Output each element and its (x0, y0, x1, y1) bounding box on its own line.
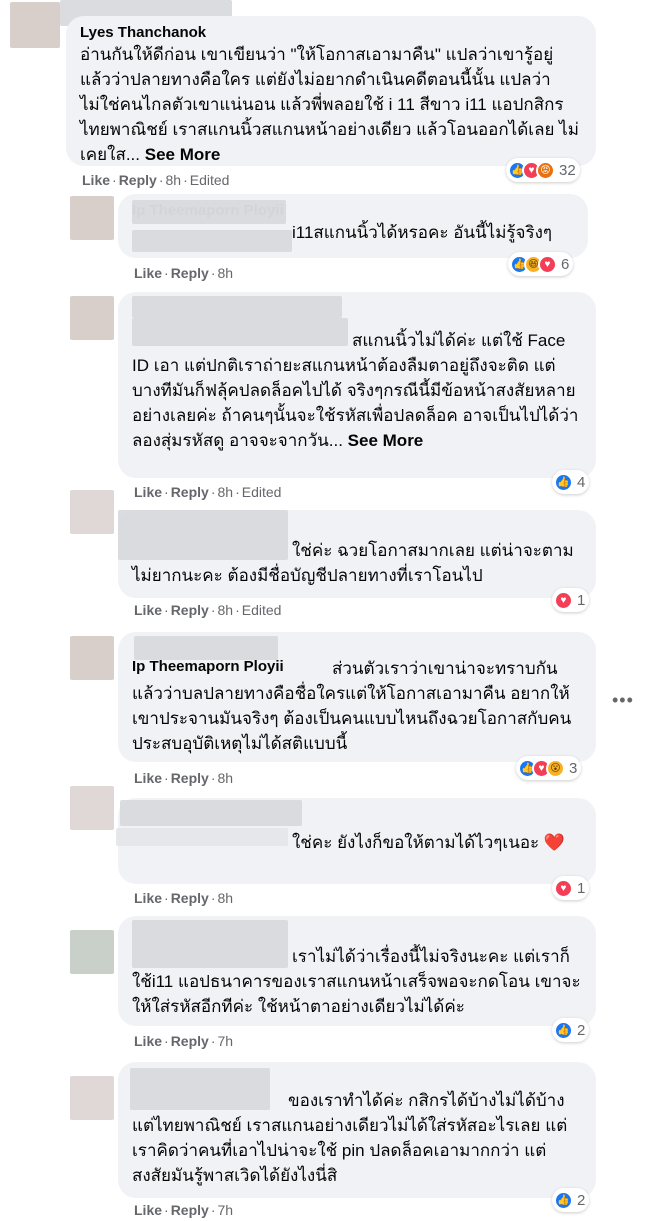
reaction-summary[interactable]: ♥ 1 (552, 876, 590, 900)
reply-link[interactable]: Reply (171, 770, 209, 786)
redacted-name (132, 920, 288, 968)
avatar[interactable] (70, 636, 114, 680)
redacted-name (132, 296, 342, 318)
comment-time[interactable]: 8h (217, 602, 233, 618)
like-link[interactable]: Like (134, 602, 162, 618)
edited-label[interactable]: Edited (190, 172, 230, 188)
reply-link[interactable]: Reply (171, 1202, 209, 1218)
comment-actions: Like · Reply · 8h · Edited (82, 172, 230, 188)
like-reaction-icon: 👍 (554, 1020, 573, 1040)
wow-reaction-icon: 😮 (546, 758, 565, 778)
reply-link[interactable]: Reply (119, 172, 157, 188)
comment-time[interactable]: 8h (165, 172, 181, 188)
comment-actions: Like · Reply · 8h · Edited (134, 484, 282, 500)
reaction-count: 32 (559, 161, 576, 179)
comment-time[interactable]: 8h (217, 265, 233, 281)
comment-actions: Like · Reply · 8h (134, 770, 234, 786)
comment-time[interactable]: 8h (217, 484, 233, 500)
avatar[interactable] (70, 786, 114, 830)
reaction-summary[interactable]: 👍 😆 ♥ 6 (508, 252, 574, 276)
comment-time[interactable]: 7h (217, 1033, 233, 1049)
reply-link[interactable]: Reply (171, 265, 209, 281)
avatar[interactable] (70, 930, 114, 974)
reaction-count: 1 (577, 879, 586, 897)
comment-time[interactable]: 8h (217, 890, 233, 906)
see-more-link[interactable]: See More (145, 145, 221, 164)
reaction-count: 1 (577, 591, 586, 609)
like-link[interactable]: Like (134, 890, 162, 906)
avatar[interactable] (70, 196, 114, 240)
comment-text: ส่วนตัวเราว่าเขาน่าจะทราบกันแล้วว่าบลปลา… (132, 659, 572, 753)
avatar[interactable] (70, 1076, 114, 1120)
avatar[interactable] (10, 2, 60, 48)
like-link[interactable]: Like (134, 1202, 162, 1218)
redacted-name (132, 200, 286, 224)
comment-actions: Like · Reply · 8h (134, 890, 234, 906)
love-reaction-icon: ♥ (554, 590, 573, 610)
reaction-count: 2 (577, 1021, 586, 1039)
reaction-summary[interactable]: 👍 2 (552, 1188, 590, 1212)
avatar[interactable] (70, 296, 114, 340)
reaction-summary[interactable]: 👍 4 (552, 470, 590, 494)
like-reaction-icon: 👍 (554, 1190, 573, 1210)
redacted-name (132, 230, 292, 252)
more-options-icon[interactable]: ••• (612, 690, 634, 711)
comment-actions: Like · Reply · 8h · Edited (134, 602, 282, 618)
like-link[interactable]: Like (134, 484, 162, 500)
reaction-summary[interactable]: 👍 ♥ 😮 3 (516, 756, 582, 780)
comment-time[interactable]: 8h (217, 770, 233, 786)
redacted-name (132, 318, 348, 346)
love-reaction-icon: ♥ (538, 254, 557, 274)
reaction-summary[interactable]: 👍 ♥ 😡 32 (506, 158, 580, 182)
like-link[interactable]: Like (82, 172, 110, 188)
like-reaction-icon: 👍 (554, 472, 573, 492)
comment-time[interactable]: 7h (217, 1202, 233, 1218)
redacted-name (134, 636, 278, 660)
redacted-name (130, 1068, 270, 1110)
see-more-link[interactable]: See More (348, 431, 424, 450)
reaction-count: 3 (569, 759, 578, 777)
avatar[interactable] (70, 490, 114, 534)
redacted-name (118, 510, 288, 560)
like-link[interactable]: Like (134, 770, 162, 786)
reaction-count: 4 (577, 473, 586, 491)
reply-link[interactable]: Reply (171, 602, 209, 618)
comment-actions: Like · Reply · 7h (134, 1033, 234, 1049)
reaction-summary[interactable]: ♥ 1 (552, 588, 590, 612)
reply-link[interactable]: Reply (171, 890, 209, 906)
redacted-name (120, 800, 302, 826)
comment-bubble: Lyes Thanchanok อ่านกันให้ดีก่อน เขาเขีย… (66, 16, 596, 166)
angry-reaction-icon: 😡 (536, 160, 555, 180)
reaction-summary[interactable]: 👍 2 (552, 1018, 590, 1042)
comment-actions: Like · Reply · 8h (134, 265, 234, 281)
like-link[interactable]: Like (134, 265, 162, 281)
edited-label[interactable]: Edited (242, 484, 282, 500)
reply-link[interactable]: Reply (171, 1033, 209, 1049)
comment-author[interactable]: Lyes Thanchanok (80, 24, 584, 42)
redacted-name (116, 828, 288, 846)
reaction-count: 6 (561, 255, 570, 273)
like-link[interactable]: Like (134, 1033, 162, 1049)
reply-link[interactable]: Reply (171, 484, 209, 500)
comment-text: อ่านกันให้ดีก่อน เขาเขียนว่า "ให้โอกาสเอ… (80, 45, 579, 164)
love-reaction-icon: ♥ (554, 878, 573, 898)
comment-actions: Like · Reply · 7h (134, 1202, 234, 1218)
reaction-count: 2 (577, 1191, 586, 1209)
edited-label[interactable]: Edited (242, 602, 282, 618)
